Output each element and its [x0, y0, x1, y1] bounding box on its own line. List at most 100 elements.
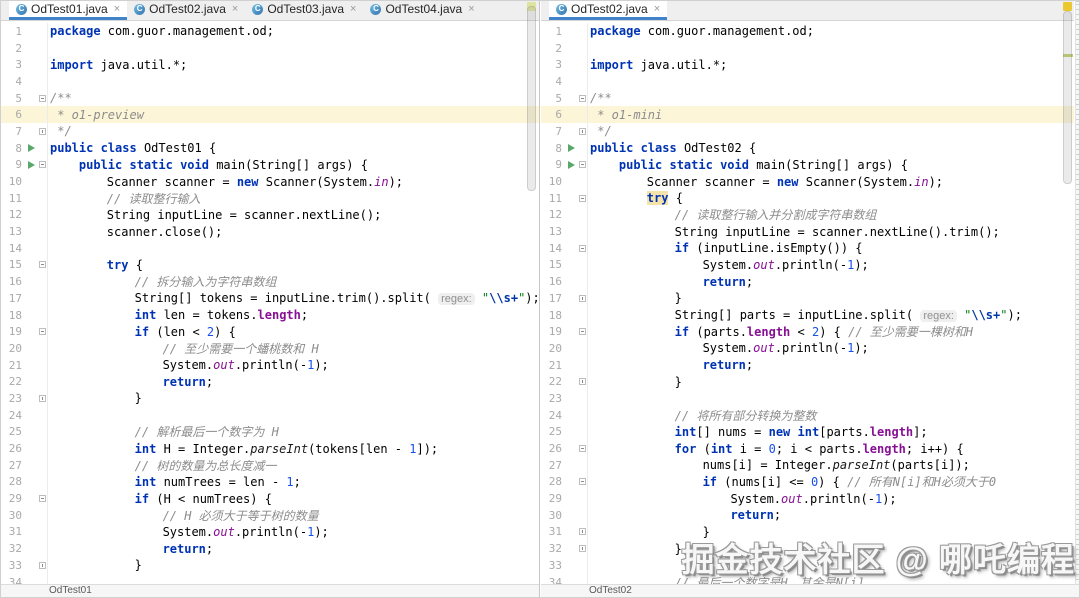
code-line[interactable]: 8 public class OdTest01 { — [1, 139, 539, 157]
code-line[interactable]: 13 String inputLine = scanner.nextLine().… — [541, 223, 1074, 240]
code-line[interactable]: 17 String[] tokens = inputLine.trim().spl… — [1, 290, 539, 307]
code-line[interactable]: 4 — [1, 73, 539, 90]
code-line[interactable]: 31 System.out.println(-1); — [1, 523, 539, 541]
fold-collapse-icon[interactable] — [578, 328, 586, 336]
close-tab-icon[interactable]: × — [654, 3, 660, 15]
code-line[interactable]: 32 return; — [1, 540, 539, 557]
fold-end-icon[interactable] — [578, 127, 586, 135]
tab-OdTest02.java[interactable]: C OdTest02.java × — [549, 1, 668, 20]
fold-collapse-icon[interactable] — [38, 94, 46, 102]
close-tab-icon[interactable]: × — [468, 3, 474, 15]
fold-end-icon[interactable] — [578, 378, 586, 386]
fold-collapse-icon[interactable] — [578, 244, 586, 252]
code-line[interactable]: 18 String[] parts = inputLine.split( rege… — [541, 306, 1074, 324]
code-line[interactable]: 9 public static void main(String[] args) … — [1, 156, 539, 174]
code-line[interactable]: 14 — [1, 239, 539, 257]
fold-collapse-icon[interactable] — [578, 94, 586, 102]
vertical-scrollbar[interactable] — [1063, 11, 1072, 184]
code-line[interactable]: 20 System.out.println(-1); — [541, 340, 1074, 357]
fold-collapse-icon[interactable] — [38, 161, 46, 169]
code-line[interactable]: 16 return; — [541, 273, 1074, 290]
code-line[interactable]: 10 Scanner scanner = new Scanner(System.i… — [1, 173, 539, 190]
run-icon[interactable] — [27, 160, 35, 169]
code-line[interactable]: 26 for (int i = 0; i < parts.length; i++)… — [541, 440, 1074, 457]
fold-collapse-icon[interactable] — [578, 161, 586, 169]
code-line[interactable]: 9 public static void main(String[] args) … — [541, 156, 1074, 174]
code-line[interactable]: 20 // 至少需要一个蟠桃数和 H — [1, 340, 539, 357]
vertical-scrollbar[interactable] — [527, 6, 536, 191]
code-line[interactable]: 22 return; — [1, 373, 539, 391]
file-status-indicator[interactable] — [1063, 2, 1072, 11]
fold-collapse-icon[interactable] — [578, 194, 586, 202]
code-line[interactable]: 19 if (len < 2) { — [1, 323, 539, 341]
fold-collapse-icon[interactable] — [578, 478, 586, 486]
code-line[interactable]: 6 * o1-preview — [1, 106, 539, 124]
fold-end-icon[interactable] — [38, 127, 46, 135]
code-line[interactable]: 29 if (H < numTrees) { — [1, 490, 539, 507]
code-line[interactable]: 26 int H = Integer.parseInt(tokens[len - … — [1, 440, 539, 457]
code-line[interactable]: 28 if (nums[i] <= 0) { // 所有N[i]和H必须大于0 — [541, 473, 1074, 491]
code-line[interactable]: 30 // H 必须大于等于树的数量 — [1, 506, 539, 524]
code-line[interactable]: 12 String inputLine = scanner.nextLine(); — [1, 206, 539, 224]
code-line[interactable]: 2 — [1, 39, 539, 57]
code-line[interactable]: 1 package com.guor.management.od; — [1, 23, 539, 40]
tab-OdTest01.java[interactable]: C OdTest01.java × — [9, 1, 128, 20]
code-line[interactable]: 3 import java.util.*; — [541, 56, 1074, 74]
fold-end-icon[interactable] — [578, 294, 586, 302]
code-line[interactable]: 32} — [541, 540, 1074, 557]
code-editor-right[interactable]: 1 package com.guor.management.od; 2 3 import… — [541, 21, 1074, 584]
tab-OdTest02.java[interactable]: C OdTest02.java × — [127, 1, 245, 20]
code-line[interactable]: 17} — [541, 290, 1074, 307]
code-line[interactable]: 8 public class OdTest02 { — [541, 139, 1074, 157]
code-line[interactable]: 7 */ — [1, 123, 539, 140]
code-line[interactable]: 23 — [541, 390, 1074, 407]
code-line[interactable]: 25 int[] nums = new int[parts.length]; — [541, 423, 1074, 441]
tab-OdTest04.java[interactable]: C OdTest04.java × — [363, 1, 481, 20]
code-line[interactable]: 3 import java.util.*; — [1, 56, 539, 74]
breadcrumb-item[interactable]: OdTest02 — [589, 585, 632, 596]
breadcrumb-item[interactable]: OdTest01 — [49, 585, 92, 596]
run-icon[interactable] — [27, 144, 35, 153]
code-line[interactable]: 21 return; — [541, 356, 1074, 374]
run-icon[interactable] — [567, 144, 575, 153]
code-line[interactable]: 31} — [541, 523, 1074, 541]
code-line[interactable]: 15 System.out.println(-1); — [541, 256, 1074, 274]
code-line[interactable]: 11 try { — [541, 189, 1074, 207]
code-line[interactable]: 22} — [541, 373, 1074, 391]
code-line[interactable]: 21 System.out.println(-1); — [1, 356, 539, 374]
fold-end-icon[interactable] — [578, 528, 586, 536]
code-line[interactable]: 1 package com.guor.management.od; — [541, 23, 1074, 40]
run-icon[interactable] — [567, 160, 575, 169]
code-line[interactable]: 24 // 将所有部分转换为整数 — [541, 406, 1074, 424]
code-line[interactable]: 30 return; — [541, 506, 1074, 524]
code-line[interactable]: 27 // 树的数量为总长度减一 — [1, 456, 539, 474]
code-line[interactable]: 5 /** — [541, 89, 1074, 107]
code-line[interactable]: 29 System.out.println(-1); — [541, 490, 1074, 507]
code-editor-left[interactable]: 1 package com.guor.management.od; 2 3 import… — [1, 21, 539, 584]
code-line[interactable]: 33} — [1, 557, 539, 574]
fold-collapse-icon[interactable] — [38, 261, 46, 269]
code-line[interactable]: 33 — [541, 557, 1074, 574]
code-line[interactable]: 27 nums[i] = Integer.parseInt(parts[i]); — [541, 456, 1074, 474]
code-line[interactable]: 10 Scanner scanner = new Scanner(System.i… — [541, 173, 1074, 190]
fold-collapse-icon[interactable] — [38, 495, 46, 503]
code-line[interactable]: 14 if (inputLine.isEmpty()) { — [541, 239, 1074, 257]
code-line[interactable]: 5 /** — [1, 89, 539, 107]
code-line[interactable]: 34 — [1, 573, 539, 584]
code-line[interactable]: 25 // 解析最后一个数字为 H — [1, 423, 539, 441]
code-line[interactable]: 13 scanner.close(); — [1, 223, 539, 240]
fold-end-icon[interactable] — [38, 561, 46, 569]
code-line[interactable]: 34 // 最后一个数字是H，其余是N[i] — [541, 573, 1074, 584]
fold-collapse-icon[interactable] — [38, 328, 46, 336]
code-line[interactable]: 23} — [1, 390, 539, 407]
close-tab-icon[interactable]: × — [350, 3, 356, 15]
minimap[interactable] — [1075, 1, 1079, 584]
fold-end-icon[interactable] — [38, 394, 46, 402]
close-tab-icon[interactable]: × — [114, 3, 120, 15]
code-line[interactable]: 2 — [541, 39, 1074, 57]
code-line[interactable]: 12 // 读取整行输入并分割成字符串数组 — [541, 206, 1074, 224]
code-line[interactable]: 7 */ — [541, 123, 1074, 140]
fold-end-icon[interactable] — [578, 545, 586, 553]
code-line[interactable]: 16 // 拆分输入为字符串数组 — [1, 273, 539, 290]
fold-collapse-icon[interactable] — [578, 445, 586, 453]
